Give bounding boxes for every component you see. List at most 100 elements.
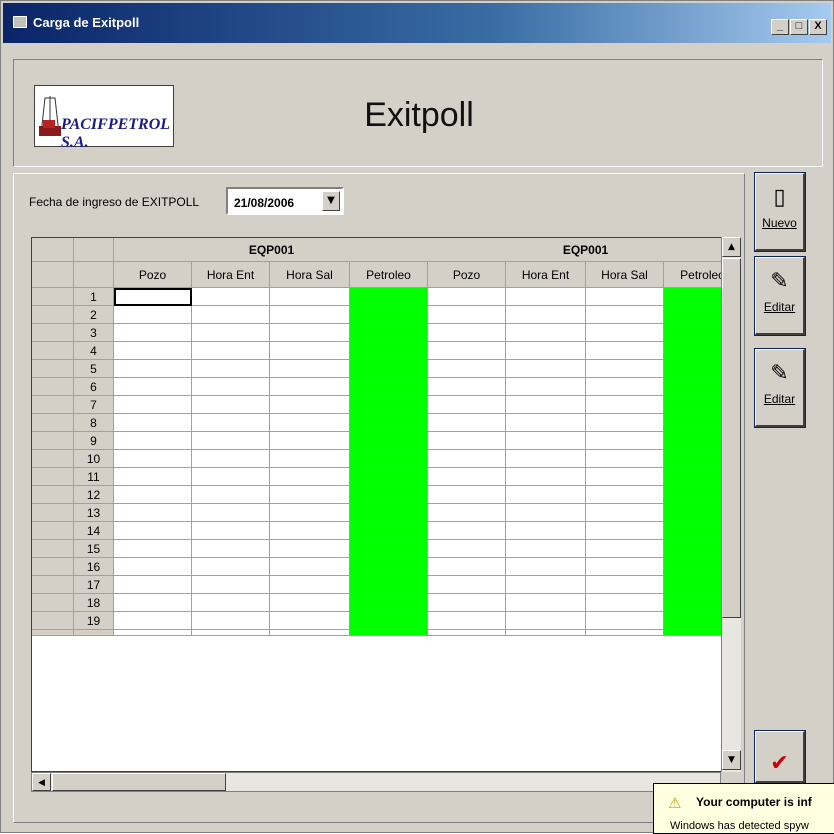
row-selector[interactable] bbox=[32, 468, 74, 486]
grid-cell[interactable] bbox=[586, 342, 664, 360]
grid-cell[interactable] bbox=[428, 558, 506, 576]
confirm-button[interactable]: ✔ bbox=[754, 730, 806, 784]
row-selector[interactable] bbox=[32, 630, 74, 636]
row-selector[interactable] bbox=[32, 450, 74, 468]
grid-cell[interactable] bbox=[114, 468, 192, 486]
grid-cell[interactable] bbox=[428, 486, 506, 504]
grid-cell[interactable] bbox=[586, 540, 664, 558]
row-selector[interactable] bbox=[32, 306, 74, 324]
grid-cell[interactable] bbox=[270, 504, 350, 522]
grid-cell[interactable] bbox=[428, 396, 506, 414]
grid-cell[interactable] bbox=[350, 360, 428, 378]
grid-cell[interactable] bbox=[114, 450, 192, 468]
row-selector[interactable] bbox=[32, 612, 74, 630]
grid-cell[interactable] bbox=[586, 486, 664, 504]
grid-cell[interactable] bbox=[114, 414, 192, 432]
column-header[interactable]: Hora Sal bbox=[586, 262, 664, 288]
maximize-button[interactable]: □ bbox=[790, 19, 808, 35]
grid-cell[interactable] bbox=[428, 450, 506, 468]
grid-cell[interactable] bbox=[270, 612, 350, 630]
chevron-down-icon[interactable]: ▼ bbox=[322, 191, 340, 211]
grid-cell[interactable] bbox=[114, 486, 192, 504]
row-selector[interactable] bbox=[32, 324, 74, 342]
column-header[interactable]: Hora Ent bbox=[192, 262, 270, 288]
grid-cell[interactable] bbox=[350, 468, 428, 486]
grid-cell[interactable] bbox=[192, 576, 270, 594]
grid-cell[interactable] bbox=[506, 558, 586, 576]
grid-cell[interactable] bbox=[586, 396, 664, 414]
grid-cell[interactable] bbox=[586, 306, 664, 324]
grid-cell[interactable] bbox=[350, 288, 428, 306]
grid-cell[interactable] bbox=[114, 324, 192, 342]
grid-cell[interactable] bbox=[192, 378, 270, 396]
grid-cell[interactable] bbox=[114, 558, 192, 576]
grid-cell[interactable] bbox=[506, 360, 586, 378]
row-selector[interactable] bbox=[32, 540, 74, 558]
grid-cell[interactable] bbox=[114, 396, 192, 414]
editar-button[interactable]: ✎ Editar bbox=[754, 256, 806, 336]
row-selector[interactable] bbox=[32, 396, 74, 414]
grid-cell[interactable] bbox=[506, 450, 586, 468]
grid-cell[interactable] bbox=[586, 468, 664, 486]
grid-cell[interactable] bbox=[428, 540, 506, 558]
row-selector[interactable] bbox=[32, 558, 74, 576]
grid-cell[interactable] bbox=[506, 630, 586, 636]
grid-cell[interactable] bbox=[192, 414, 270, 432]
horizontal-scrollbar[interactable]: ◀ bbox=[31, 772, 721, 792]
grid-cell[interactable] bbox=[428, 468, 506, 486]
grid-cell[interactable] bbox=[506, 486, 586, 504]
row-selector[interactable] bbox=[32, 288, 74, 306]
grid-cell[interactable] bbox=[350, 612, 428, 630]
grid-cell[interactable] bbox=[586, 288, 664, 306]
grid-cell[interactable] bbox=[350, 486, 428, 504]
row-selector[interactable] bbox=[32, 522, 74, 540]
row-selector[interactable] bbox=[32, 360, 74, 378]
grid-cell[interactable] bbox=[506, 378, 586, 396]
grid-cell[interactable] bbox=[428, 432, 506, 450]
grid-cell[interactable] bbox=[114, 306, 192, 324]
grid-cell[interactable] bbox=[350, 522, 428, 540]
scroll-down-button[interactable]: ▼ bbox=[722, 750, 741, 770]
column-header[interactable]: Hora Sal bbox=[270, 262, 350, 288]
grid-cell[interactable] bbox=[506, 540, 586, 558]
grid-cell[interactable] bbox=[506, 576, 586, 594]
grid-cell[interactable] bbox=[506, 468, 586, 486]
grid-cell[interactable] bbox=[350, 630, 428, 636]
grid-cell[interactable] bbox=[270, 486, 350, 504]
grid-cell[interactable] bbox=[586, 594, 664, 612]
grid-cell[interactable] bbox=[192, 540, 270, 558]
grid-cell[interactable] bbox=[428, 342, 506, 360]
grid-cell[interactable] bbox=[428, 594, 506, 612]
grid-cell[interactable] bbox=[114, 576, 192, 594]
grid-cell[interactable] bbox=[506, 594, 586, 612]
grid-cell[interactable] bbox=[350, 432, 428, 450]
grid-cell[interactable] bbox=[114, 630, 192, 636]
grid-cell[interactable] bbox=[350, 396, 428, 414]
row-selector[interactable] bbox=[32, 432, 74, 450]
grid-cell[interactable] bbox=[270, 360, 350, 378]
grid-cell[interactable] bbox=[350, 576, 428, 594]
grid-cell[interactable] bbox=[270, 594, 350, 612]
grid-cell[interactable] bbox=[428, 288, 506, 306]
column-header[interactable]: Pozo bbox=[114, 262, 192, 288]
grid-cell[interactable] bbox=[114, 594, 192, 612]
grid-cell[interactable] bbox=[270, 522, 350, 540]
grid-cell[interactable] bbox=[350, 594, 428, 612]
grid-cell[interactable] bbox=[270, 432, 350, 450]
grid-cell[interactable] bbox=[428, 504, 506, 522]
grid-cell[interactable] bbox=[270, 288, 350, 306]
grid-cell[interactable] bbox=[270, 450, 350, 468]
grid-cell[interactable] bbox=[506, 522, 586, 540]
grid-cell[interactable] bbox=[270, 558, 350, 576]
horizontal-scroll-thumb[interactable] bbox=[52, 773, 226, 791]
grid-cell[interactable] bbox=[192, 612, 270, 630]
grid-cell[interactable] bbox=[506, 432, 586, 450]
grid-cell[interactable] bbox=[586, 324, 664, 342]
grid-cell[interactable] bbox=[586, 450, 664, 468]
grid-cell[interactable] bbox=[192, 306, 270, 324]
grid-cell[interactable] bbox=[428, 612, 506, 630]
exitpoll-grid[interactable]: EQP001 EQP001 Pozo Hora Ent Hora Sal Petroleo… bbox=[31, 237, 741, 772]
grid-cell[interactable] bbox=[350, 504, 428, 522]
grid-cell[interactable] bbox=[270, 306, 350, 324]
row-selector[interactable] bbox=[32, 486, 74, 504]
